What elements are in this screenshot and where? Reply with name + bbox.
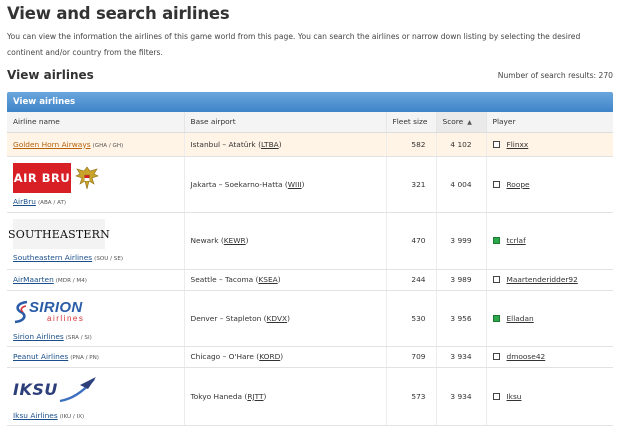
score-cell: 3 989	[436, 269, 487, 291]
airline-codes: (PNA / PN)	[70, 355, 99, 361]
airline-cell: AIR BRU AirBru (ABA / AT)	[7, 156, 185, 213]
airlines-table-panel: View airlines Airline name Base airport …	[7, 92, 613, 426]
airline-codes: (SOU / SE)	[94, 256, 124, 262]
airline-name-link[interactable]: AirMaarten	[13, 275, 54, 284]
airline-cell: Peanut Airlines (PNA / PN)	[7, 346, 185, 368]
player-offline-icon	[492, 392, 500, 400]
table-row: IKSU Iksu Airlines (IKU / IX) Tokyo Haned…	[7, 367, 613, 426]
score-cell: 4 102	[436, 132, 487, 157]
score-cell: 3 956	[436, 290, 487, 347]
score-cell: 3 934	[436, 346, 487, 368]
airbru-logo[interactable]: AIR BRU	[13, 162, 101, 193]
column-header-score[interactable]: Score ▲	[436, 112, 487, 133]
page-intro: You can view the information the airline…	[7, 32, 581, 57]
airline-cell: AirMaarten (MDR / M4)	[7, 269, 185, 291]
airport-code-link[interactable]: LTBA	[261, 140, 279, 149]
player-link[interactable]: Roope	[507, 180, 530, 189]
player-cell: tcrlaf	[486, 212, 613, 270]
player-cell: Maartenderidder92	[486, 269, 613, 291]
column-header-base-airport[interactable]: Base airport	[184, 112, 387, 133]
airline-name-link[interactable]: AirBru	[13, 197, 36, 206]
page-title: View and search airlines	[7, 4, 230, 23]
fleet-size-cell: 470	[386, 212, 437, 270]
player-link[interactable]: dmoose42	[507, 352, 546, 361]
player-online-icon	[492, 237, 500, 244]
player-link[interactable]: Maartenderidder92	[507, 275, 578, 284]
airline-codes: (SRA / SI)	[65, 334, 92, 341]
table-header-bar: View airlines	[7, 92, 613, 112]
airplane-swoosh-icon	[59, 376, 96, 402]
garuda-emblem-icon	[75, 166, 99, 189]
player-cell: dmoose42	[486, 346, 613, 368]
airline-cell: SOUTHEASTERN Southeastern Airlines (SOU /…	[7, 212, 185, 270]
fleet-size-cell: 530	[386, 290, 437, 347]
table-row: Peanut Airlines (PNA / PN) Chicago – O'Ha…	[7, 346, 613, 368]
airline-cell: SIRION airlines Sirion Airlines (SRA / SI…	[7, 290, 185, 347]
fleet-size-cell: 244	[386, 269, 437, 291]
southeastern-logo[interactable]: SOUTHEASTERN	[8, 219, 110, 249]
airline-name-link[interactable]: Iksu Airlines	[13, 411, 58, 420]
results-count: Number of search results: 270	[497, 71, 613, 80]
player-link[interactable]: Flinxx	[507, 140, 529, 149]
airport-code-link[interactable]: RJTT	[247, 392, 263, 401]
table-row: AirMaarten (MDR / M4) Seattle – Tacoma (K…	[7, 269, 613, 291]
player-cell: Flinxx	[486, 132, 613, 157]
airline-codes: (ABA / AT)	[37, 199, 67, 206]
airline-name-link[interactable]: Sirion Airlines	[13, 332, 64, 341]
base-airport-cell: Newark (KEWR)	[184, 212, 387, 270]
base-airport-cell: Tokyo Haneda (RJTT)	[184, 367, 387, 426]
airline-name-link[interactable]: Golden Horn Airways	[13, 140, 91, 149]
player-offline-icon	[492, 353, 500, 360]
airline-name-link[interactable]: Peanut Airlines	[13, 352, 68, 361]
fleet-size-cell: 573	[386, 367, 437, 426]
sirion-swoosh-icon	[14, 300, 28, 323]
column-header-fleet-size[interactable]: Fleet size	[386, 112, 437, 133]
player-offline-icon	[492, 276, 500, 283]
base-airport-cell: Chicago – O'Hare (KORD)	[184, 346, 387, 368]
base-airport-cell: Istanbul – Atatürk (LTBA)	[184, 132, 387, 157]
column-header-airline-name[interactable]: Airline name	[7, 112, 185, 133]
airport-code-link[interactable]: KSEA	[258, 275, 277, 284]
airline-codes: (MDR / M4)	[55, 278, 87, 284]
airline-codes: (IKU / IX)	[59, 413, 85, 420]
table-row: AIR BRU AirBru (ABA / AT) Jakarta – Soeka…	[7, 156, 613, 213]
table-row: Golden Horn Airways (GHA / GH) Istanbul –…	[7, 132, 613, 157]
airlines-table: Airline name Base airport Fleet size Sco…	[7, 112, 613, 426]
player-link[interactable]: Iksu	[507, 392, 522, 401]
airport-code-link[interactable]: WIII	[288, 180, 302, 189]
airline-cell: IKSU Iksu Airlines (IKU / IX)	[7, 367, 185, 426]
fleet-size-cell: 321	[386, 156, 437, 213]
player-offline-icon	[492, 180, 500, 188]
table-row: SIRION airlines Sirion Airlines (SRA / SI…	[7, 290, 613, 347]
sort-ascending-icon: ▲	[467, 119, 472, 127]
player-link[interactable]: Elladan	[507, 314, 534, 323]
player-offline-icon	[492, 140, 500, 148]
base-airport-cell: Jakarta – Soekarno-Hatta (WIII)	[184, 156, 387, 213]
player-cell: Iksu	[486, 367, 613, 426]
airline-cell: Golden Horn Airways (GHA / GH)	[7, 132, 185, 157]
player-online-icon	[492, 314, 500, 322]
player-cell: Elladan	[486, 290, 613, 347]
airport-code-link[interactable]: KDVX	[267, 314, 288, 323]
fleet-size-cell: 582	[386, 132, 437, 157]
player-link[interactable]: tcrlaf	[507, 236, 526, 245]
base-airport-cell: Seattle – Tacoma (KSEA)	[184, 269, 387, 291]
iksu-logo[interactable]: IKSU	[13, 373, 99, 407]
airline-name-link[interactable]: Southeastern Airlines	[13, 253, 92, 262]
score-cell: 3 934	[436, 367, 487, 426]
table-row: SOUTHEASTERN Southeastern Airlines (SOU /…	[7, 212, 613, 270]
column-header-player[interactable]: Player	[486, 112, 613, 133]
fleet-size-cell: 709	[386, 346, 437, 368]
table-header-row: Airline name Base airport Fleet size Sco…	[7, 112, 613, 133]
score-cell: 4 004	[436, 156, 487, 213]
player-cell: Roope	[486, 156, 613, 213]
base-airport-cell: Denver – Stapleton (KDVX)	[184, 290, 387, 347]
airline-codes: (GHA / GH)	[92, 142, 124, 149]
section-title: View airlines	[7, 68, 94, 82]
airport-code-link[interactable]: KEWR	[224, 236, 246, 245]
airport-code-link[interactable]: KORD	[259, 352, 280, 361]
sirion-logo[interactable]: SIRION airlines	[13, 296, 101, 328]
score-cell: 3 999	[436, 212, 487, 270]
